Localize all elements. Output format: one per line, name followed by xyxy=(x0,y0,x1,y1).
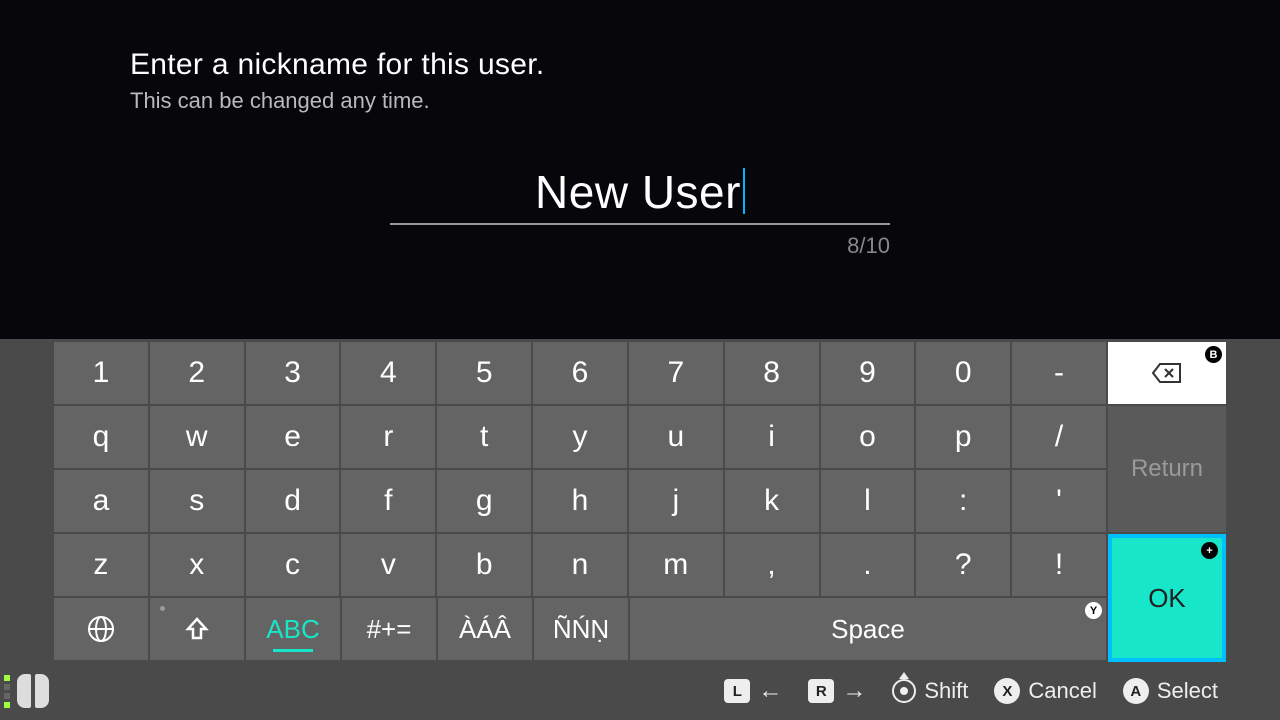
arrow-left-icon: ← xyxy=(758,677,782,705)
key-w[interactable]: w xyxy=(150,406,244,468)
key-colon[interactable]: : xyxy=(916,470,1010,532)
key-u[interactable]: u xyxy=(629,406,723,468)
key-5[interactable]: 5 xyxy=(437,342,531,404)
key-x[interactable]: x xyxy=(150,534,244,596)
ok-label: OK xyxy=(1148,583,1186,614)
key-z[interactable]: z xyxy=(54,534,148,596)
key-y[interactable]: y xyxy=(533,406,627,468)
text-cursor xyxy=(743,168,745,214)
nickname-input[interactable]: New User xyxy=(390,162,890,225)
hint-select: A Select xyxy=(1123,678,1218,704)
key-apostrophe[interactable]: ' xyxy=(1012,470,1106,532)
key-period[interactable]: . xyxy=(821,534,915,596)
a-button-icon: A xyxy=(1123,678,1149,704)
key-comma[interactable]: , xyxy=(725,534,819,596)
key-f[interactable]: f xyxy=(341,470,435,532)
backspace-icon xyxy=(1151,361,1183,385)
space-hint-badge: Y xyxy=(1085,602,1102,619)
key-question[interactable]: ? xyxy=(916,534,1010,596)
key-a[interactable]: a xyxy=(54,470,148,532)
key-s[interactable]: s xyxy=(150,470,244,532)
key-j[interactable]: j xyxy=(629,470,723,532)
key-t[interactable]: t xyxy=(437,406,531,468)
key-1[interactable]: 1 xyxy=(54,342,148,404)
hint-shift: Shift xyxy=(892,678,968,704)
x-button-icon: X xyxy=(994,678,1020,704)
key-h[interactable]: h xyxy=(533,470,627,532)
key-7[interactable]: 7 xyxy=(629,342,723,404)
cancel-label: Cancel xyxy=(1028,678,1096,704)
hint-cancel: X Cancel xyxy=(994,678,1096,704)
key-8[interactable]: 8 xyxy=(725,342,819,404)
key-mode-accent2[interactable]: ÑŃṆ xyxy=(534,598,628,660)
key-row-3: a s d f g h j k l : ' xyxy=(54,470,1106,532)
shift-label: Shift xyxy=(924,678,968,704)
key-space[interactable]: Space Y xyxy=(630,598,1106,660)
char-counter: 8/10 xyxy=(390,233,890,259)
joycon-left-icon xyxy=(17,674,31,708)
key-b[interactable]: b xyxy=(437,534,531,596)
key-2[interactable]: 2 xyxy=(150,342,244,404)
onscreen-keyboard: 1 2 3 4 5 6 7 8 9 0 - q w e r t y u i xyxy=(0,339,1280,720)
r-button-icon: R xyxy=(808,679,834,703)
key-exclaim[interactable]: ! xyxy=(1012,534,1106,596)
top-area: Enter a nickname for this user. This can… xyxy=(0,0,1280,330)
arrow-right-icon: → xyxy=(842,677,866,705)
ok-hint-badge: + xyxy=(1201,542,1218,559)
globe-icon xyxy=(86,614,116,644)
key-m[interactable]: m xyxy=(629,534,723,596)
key-mode-accent1[interactable]: ÀÁÂ xyxy=(438,598,532,660)
shift-arrow-icon xyxy=(184,616,210,642)
key-row-2: q w e r t y u i o p / xyxy=(54,406,1106,468)
backspace-hint-badge: B xyxy=(1205,346,1222,363)
key-o[interactable]: o xyxy=(821,406,915,468)
key-v[interactable]: v xyxy=(341,534,435,596)
space-label: Space xyxy=(831,614,905,645)
key-l[interactable]: l xyxy=(821,470,915,532)
select-label: Select xyxy=(1157,678,1218,704)
nickname-input-wrap: New User 8/10 xyxy=(390,162,890,259)
stick-press-icon xyxy=(892,679,916,703)
key-mode-symbols[interactable]: #+= xyxy=(342,598,436,660)
key-k[interactable]: k xyxy=(725,470,819,532)
key-minus[interactable]: - xyxy=(1012,342,1106,404)
key-g[interactable]: g xyxy=(437,470,531,532)
key-shift[interactable] xyxy=(150,598,244,660)
key-backspace[interactable]: B xyxy=(1108,342,1226,404)
key-ok[interactable]: OK + xyxy=(1108,534,1226,662)
key-language[interactable] xyxy=(54,598,148,660)
key-0[interactable]: 0 xyxy=(916,342,1010,404)
key-row-bottom: ABC #+= ÀÁÂ ÑŃṆ Space Y xyxy=(54,598,1106,660)
key-n[interactable]: n xyxy=(533,534,627,596)
key-slash[interactable]: / xyxy=(1012,406,1106,468)
key-p[interactable]: p xyxy=(916,406,1010,468)
key-row-4: z x c v b n m , . ? ! xyxy=(54,534,1106,596)
key-r[interactable]: r xyxy=(341,406,435,468)
key-return[interactable]: Return xyxy=(1108,406,1226,532)
key-row-1: 1 2 3 4 5 6 7 8 9 0 - xyxy=(54,342,1106,404)
nickname-value: New User xyxy=(535,165,741,219)
hint-move-left: L ← xyxy=(724,677,782,705)
controller-indicator xyxy=(4,674,49,708)
page-subtitle: This can be changed any time. xyxy=(130,88,1150,114)
joycon-right-icon xyxy=(35,674,49,708)
l-button-icon: L xyxy=(724,679,750,703)
key-q[interactable]: q xyxy=(54,406,148,468)
key-3[interactable]: 3 xyxy=(246,342,340,404)
key-e[interactable]: e xyxy=(246,406,340,468)
key-4[interactable]: 4 xyxy=(341,342,435,404)
shift-indicator xyxy=(160,606,165,611)
key-c[interactable]: c xyxy=(246,534,340,596)
key-i[interactable]: i xyxy=(725,406,819,468)
key-6[interactable]: 6 xyxy=(533,342,627,404)
key-9[interactable]: 9 xyxy=(821,342,915,404)
page-title: Enter a nickname for this user. xyxy=(130,48,1150,82)
key-mode-abc[interactable]: ABC xyxy=(246,598,340,660)
control-hints-bar: L ← R → Shift X Cancel A Select xyxy=(54,662,1226,720)
key-d[interactable]: d xyxy=(246,470,340,532)
hint-move-right: R → xyxy=(808,677,866,705)
